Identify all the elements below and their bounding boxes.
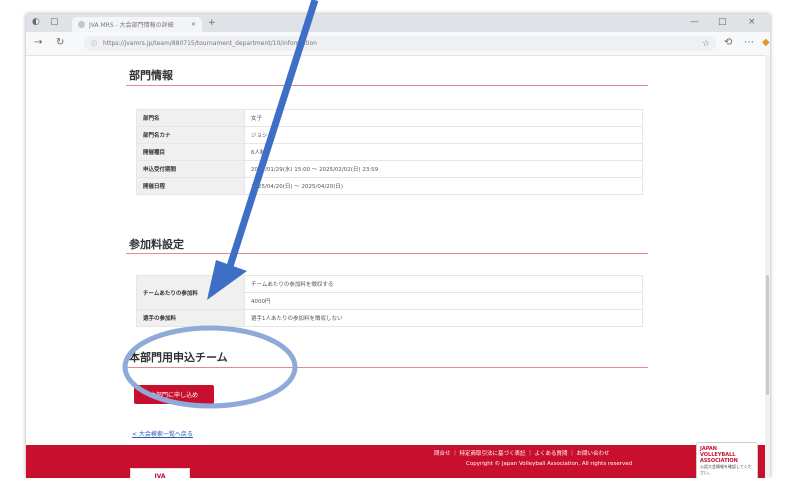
pointer-arrow-shaft: [221, 0, 319, 284]
annotation-overlay: [122, 0, 319, 409]
pointer-arrowhead-icon: [207, 260, 247, 300]
highlight-circle: [122, 325, 298, 409]
